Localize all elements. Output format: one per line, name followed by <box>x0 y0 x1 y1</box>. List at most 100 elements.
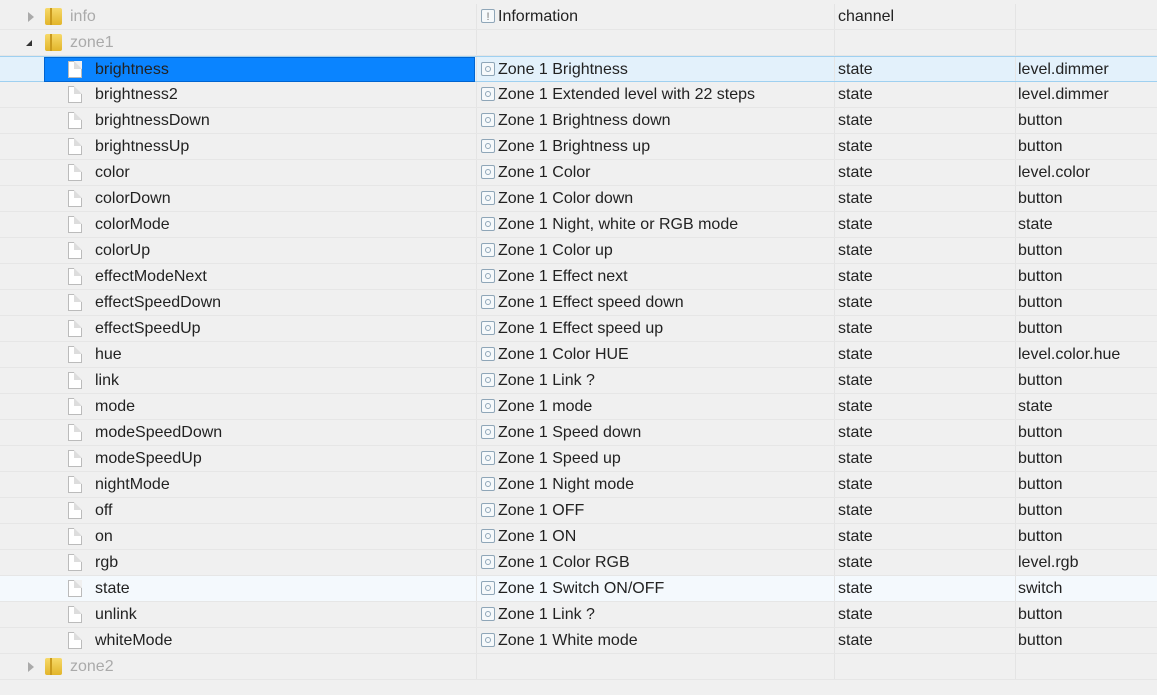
file-icon <box>68 372 82 389</box>
type-cell: state <box>838 450 873 467</box>
tree-folder-row[interactable]: info Information channel <box>0 4 1157 30</box>
column-divider <box>476 316 477 341</box>
tree-state-row[interactable]: effectSpeedDown Zone 1 Effect speed down s… <box>0 290 1157 316</box>
column-divider <box>1015 30 1016 55</box>
tree-state-row[interactable]: brightnessDown Zone 1 Brightness down stat… <box>0 108 1157 134</box>
expand-toggle-icon[interactable] <box>28 662 34 672</box>
title-cell: Zone 1 Link ? <box>479 602 834 627</box>
file-icon <box>68 476 82 493</box>
tree-state-row[interactable]: effectModeNext Zone 1 Effect next state but… <box>0 264 1157 290</box>
role-cell: state <box>1018 398 1053 415</box>
tree-state-row[interactable]: unlink Zone 1 Link ? state button <box>0 602 1157 628</box>
title-text: Zone 1 Night, white or RGB mode <box>498 216 739 233</box>
tree-state-row[interactable]: brightnessUp Zone 1 Brightness up state but… <box>0 134 1157 160</box>
column-divider <box>1015 82 1016 107</box>
tree-state-row[interactable]: brightness2 Zone 1 Extended level with 22… <box>0 82 1157 108</box>
name-cell: effectSpeedDown <box>0 290 475 315</box>
type-cell: channel <box>838 8 895 25</box>
role-cell: level.color <box>1018 164 1091 181</box>
column-divider <box>476 576 477 601</box>
file-icon <box>68 294 82 311</box>
tree-state-row[interactable]: modeSpeedDown Zone 1 Speed down state butto… <box>0 420 1157 446</box>
column-divider <box>1015 550 1016 575</box>
type-cell <box>838 30 1014 55</box>
tree-state-row[interactable]: brightness Zone 1 Brightness state level.di… <box>0 56 1157 82</box>
title-cell: Zone 1 Brightness up <box>479 134 834 159</box>
expand-toggle-icon[interactable] <box>28 12 34 22</box>
name-cell: unlink <box>0 602 475 627</box>
column-divider <box>1015 498 1016 523</box>
title-text: Zone 1 Link ? <box>498 372 595 389</box>
column-divider <box>1015 57 1016 81</box>
name-cell: nightMode <box>0 472 475 497</box>
column-divider <box>1015 186 1016 211</box>
name-cell: hue <box>0 342 475 367</box>
file-icon <box>68 242 82 259</box>
column-divider <box>834 316 835 341</box>
folder-name: info <box>70 8 96 25</box>
state-icon <box>481 347 495 361</box>
state-name: unlink <box>95 606 137 623</box>
type-cell <box>838 654 1014 679</box>
file-icon <box>68 112 82 129</box>
column-divider <box>476 550 477 575</box>
column-divider <box>834 368 835 393</box>
file-icon <box>68 86 82 103</box>
title-cell: Zone 1 Speed down <box>479 420 834 445</box>
tree-state-row[interactable]: off Zone 1 OFF state button <box>0 498 1157 524</box>
tree-state-row[interactable]: whiteMode Zone 1 White mode state button <box>0 628 1157 654</box>
tree-state-row[interactable]: state Zone 1 Switch ON/OFF state switch <box>0 576 1157 602</box>
tree-state-row[interactable]: rgb Zone 1 Color RGB state level.rgb <box>0 550 1157 576</box>
state-icon <box>481 503 495 517</box>
tree-state-row[interactable]: on Zone 1 ON state button <box>0 524 1157 550</box>
tree-state-row[interactable]: color Zone 1 Color state level.color <box>0 160 1157 186</box>
title-text: Zone 1 Night mode <box>498 476 635 493</box>
title-cell <box>479 654 834 679</box>
column-divider <box>476 238 477 263</box>
tree-folder-row[interactable]: zone1 <box>0 30 1157 56</box>
tree-state-row[interactable]: effectSpeedUp Zone 1 Effect speed up state… <box>0 316 1157 342</box>
column-divider <box>834 472 835 497</box>
collapse-toggle-icon[interactable] <box>26 40 32 46</box>
tree-folder-row[interactable]: zone2 <box>0 654 1157 680</box>
tree-state-row[interactable]: mode Zone 1 mode state state <box>0 394 1157 420</box>
column-divider <box>1015 160 1016 185</box>
name-cell: info <box>0 4 475 29</box>
column-divider <box>834 628 835 653</box>
title-cell: Zone 1 mode <box>479 394 834 419</box>
tree-state-row[interactable]: link Zone 1 Link ? state button <box>0 368 1157 394</box>
state-name: hue <box>95 346 122 363</box>
state-icon <box>481 477 495 491</box>
tree-state-row[interactable]: nightMode Zone 1 Night mode state button <box>0 472 1157 498</box>
state-icon <box>481 139 495 153</box>
title-text: Zone 1 mode <box>498 398 593 415</box>
column-divider <box>476 368 477 393</box>
title-text: Zone 1 OFF <box>498 502 585 519</box>
name-cell: effectSpeedUp <box>0 316 475 341</box>
type-cell: state <box>838 606 873 623</box>
tree-state-row[interactable]: colorUp Zone 1 Color up state button <box>0 238 1157 264</box>
column-divider <box>476 446 477 471</box>
title-cell: Zone 1 Effect speed down <box>479 290 834 315</box>
title-text: Zone 1 Color up <box>498 242 613 259</box>
type-cell: state <box>838 502 873 519</box>
name-cell: rgb <box>0 550 475 575</box>
state-icon <box>481 62 495 76</box>
name-cell: colorMode <box>0 212 475 237</box>
state-name: colorDown <box>95 190 171 207</box>
tree-state-row[interactable]: colorMode Zone 1 Night, white or RGB mode… <box>0 212 1157 238</box>
role-cell: button <box>1018 268 1063 285</box>
type-cell: state <box>838 268 873 285</box>
title-text: Zone 1 Color RGB <box>498 554 630 571</box>
title-cell: Zone 1 Night mode <box>479 472 834 497</box>
state-name: colorUp <box>95 242 151 259</box>
tree-state-row[interactable]: hue Zone 1 Color HUE state level.color.hue <box>0 342 1157 368</box>
title-cell: Zone 1 Switch ON/OFF <box>479 576 834 601</box>
file-icon <box>68 554 82 571</box>
file-icon <box>68 502 82 519</box>
type-cell: state <box>838 398 873 415</box>
tree-state-row[interactable]: modeSpeedUp Zone 1 Speed up state button <box>0 446 1157 472</box>
type-cell: state <box>838 632 873 649</box>
tree-state-row[interactable]: colorDown Zone 1 Color down state button <box>0 186 1157 212</box>
column-divider <box>834 134 835 159</box>
